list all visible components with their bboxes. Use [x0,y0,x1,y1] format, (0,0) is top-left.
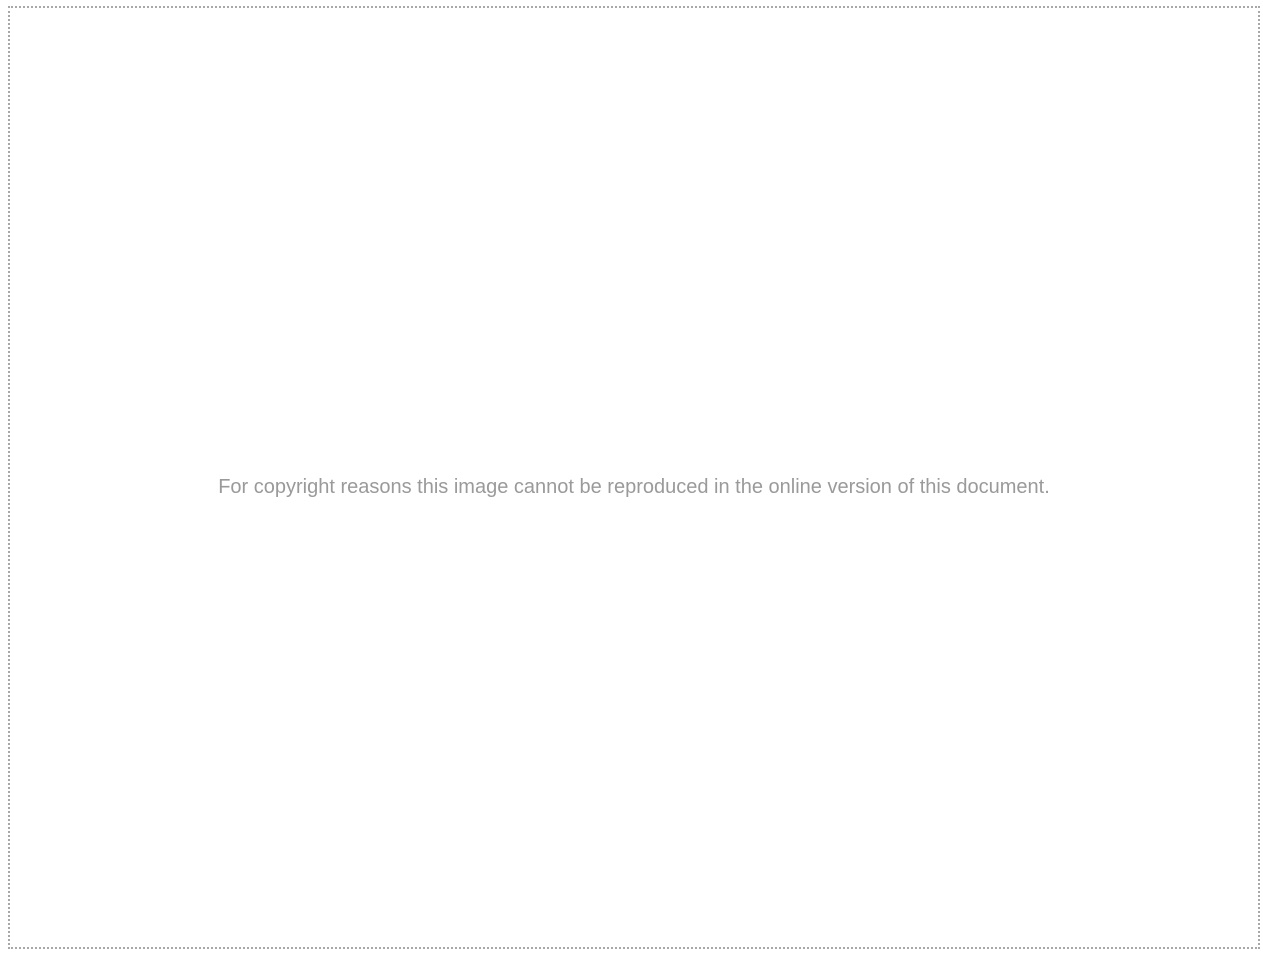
image-placeholder-frame: For copyright reasons this image cannot … [8,6,1260,949]
copyright-notice: For copyright reasons this image cannot … [218,476,1050,498]
